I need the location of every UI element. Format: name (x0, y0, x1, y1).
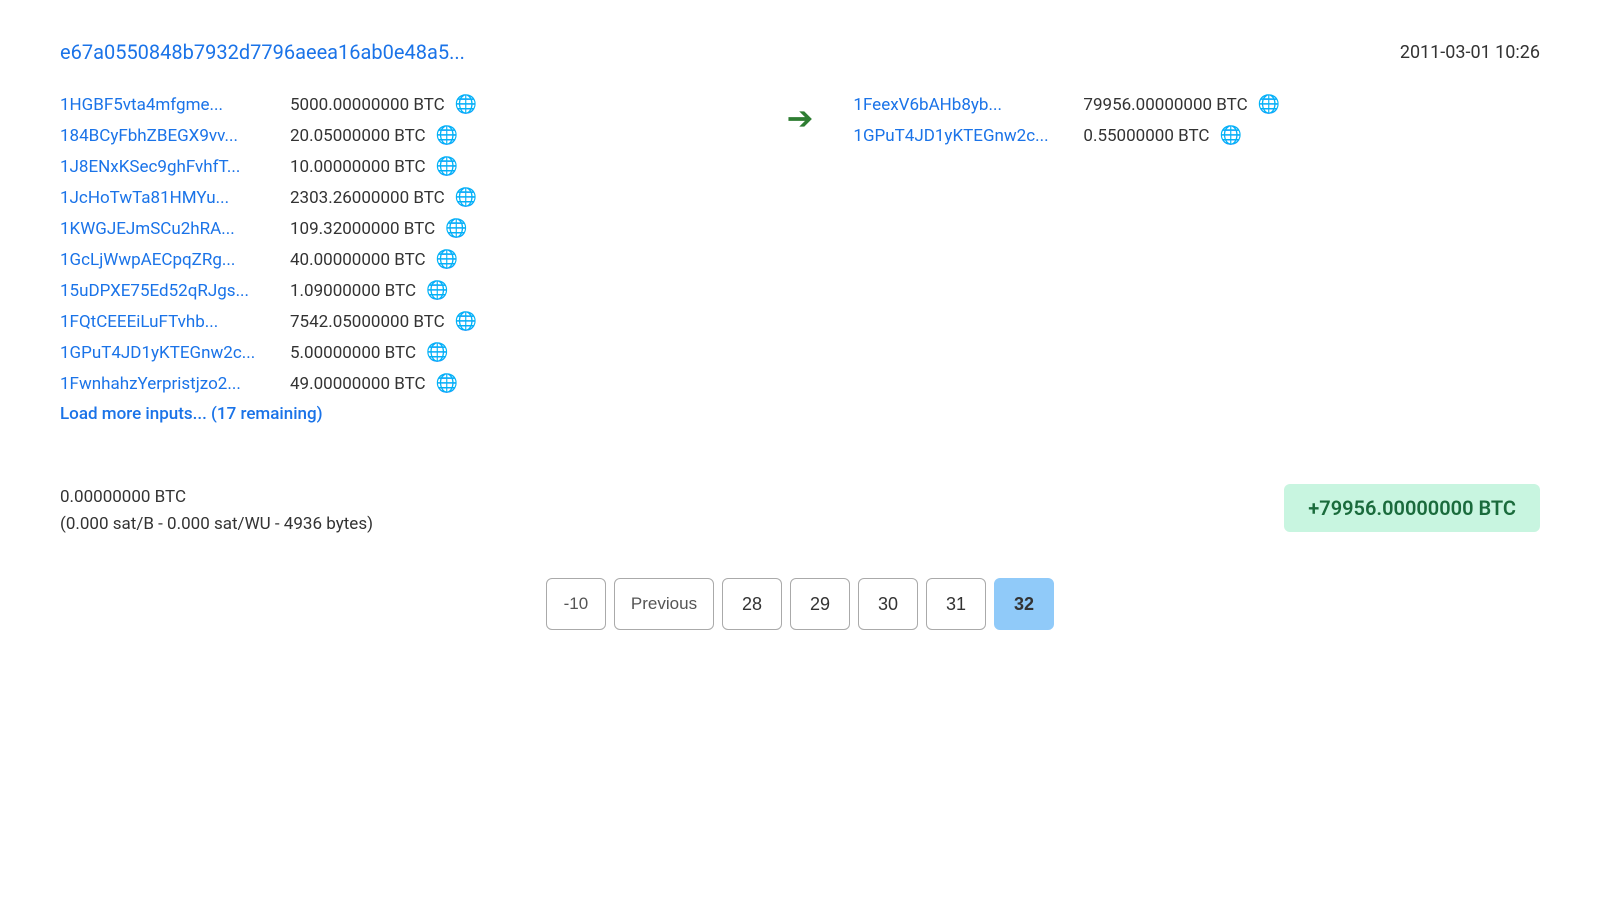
globe-icon: 🌐 (436, 249, 458, 270)
input-address[interactable]: 1FwnhahzYerpristjzo2... (60, 374, 280, 394)
output-amount: 0.55000000 BTC (1083, 126, 1209, 146)
globe-icon: 🌐 (1258, 94, 1280, 115)
output-address[interactable]: 1FeexV6bAHb8yb... (853, 95, 1073, 115)
outputs-section: 1FeexV6bAHb8yb... 79956.00000000 BTC 🌐 1… (853, 94, 1540, 156)
output-address[interactable]: 1GPuT4JD1yKTEGnw2c... (853, 126, 1073, 146)
inputs-section: 1HGBF5vta4mfgme... 5000.00000000 BTC 🌐 1… (60, 94, 747, 454)
input-row: 1J8ENxKSec9ghFvhfT... 10.00000000 BTC 🌐 (60, 156, 747, 177)
page-30-button[interactable]: 30 (858, 578, 918, 630)
globe-icon: 🌐 (426, 342, 448, 363)
globe-icon: 🌐 (426, 280, 448, 301)
input-row: 1GcLjWwpAECpqZRg... 40.00000000 BTC 🌐 (60, 249, 747, 270)
pagination: -10 Previous 28 29 30 31 32 (60, 578, 1540, 630)
output-amount: 79956.00000000 BTC (1083, 95, 1247, 115)
input-amount: 2303.26000000 BTC (290, 188, 445, 208)
globe-icon: 🌐 (1219, 125, 1241, 146)
globe-icon: 🌐 (436, 156, 458, 177)
input-amount: 40.00000000 BTC (290, 250, 426, 270)
input-address[interactable]: 1KWGJEJmSCu2hRA... (60, 219, 280, 239)
globe-icon: 🌐 (455, 94, 477, 115)
fee-line2: (0.000 sat/B - 0.000 sat/WU - 4936 bytes… (60, 511, 373, 538)
input-amount: 1.09000000 BTC (290, 281, 416, 301)
fee-info: 0.00000000 BTC (0.000 sat/B - 0.000 sat/… (60, 484, 373, 538)
input-row: 1FwnhahzYerpristjzo2... 49.00000000 BTC … (60, 373, 747, 394)
input-address[interactable]: 1GcLjWwpAECpqZRg... (60, 250, 280, 270)
input-address[interactable]: 1JcHoTwTa81HMYu... (60, 188, 280, 208)
input-amount: 7542.05000000 BTC (290, 312, 445, 332)
input-address[interactable]: 1FQtCEEEiLuFTvhb... (60, 312, 280, 332)
transaction-header: e67a0550848b7932d7796aeea16ab0e48a5... 2… (60, 40, 1540, 64)
input-row: 1GPuT4JD1yKTEGnw2c... 5.00000000 BTC 🌐 (60, 342, 747, 363)
globe-icon: 🌐 (436, 373, 458, 394)
output-row: 1GPuT4JD1yKTEGnw2c... 0.55000000 BTC 🌐 (853, 125, 1540, 146)
previous-button[interactable]: Previous (614, 578, 714, 630)
fee-line1: 0.00000000 BTC (60, 484, 373, 511)
input-amount: 109.32000000 BTC (290, 219, 435, 239)
input-address[interactable]: 184BCyFbhZBEGX9vv... (60, 126, 280, 146)
input-row: 1FQtCEEEiLuFTvhb... 7542.05000000 BTC 🌐 (60, 311, 747, 332)
page-28-button[interactable]: 28 (722, 578, 782, 630)
input-address[interactable]: 15uDPXE75Ed52qRJgs... (60, 281, 280, 301)
page-29-button[interactable]: 29 (790, 578, 850, 630)
input-row: 1JcHoTwTa81HMYu... 2303.26000000 BTC 🌐 (60, 187, 747, 208)
globe-icon: 🌐 (436, 125, 458, 146)
arrow-right-icon: ➔ (787, 102, 814, 134)
globe-icon: 🌐 (455, 187, 477, 208)
page-31-button[interactable]: 31 (926, 578, 986, 630)
input-address[interactable]: 1J8ENxKSec9ghFvhfT... (60, 157, 280, 177)
arrow-section: ➔ (787, 94, 814, 134)
input-row: 1KWGJEJmSCu2hRA... 109.32000000 BTC 🌐 (60, 218, 747, 239)
fee-section: 0.00000000 BTC (0.000 sat/B - 0.000 sat/… (60, 484, 1540, 538)
total-badge: +79956.00000000 BTC (1284, 484, 1540, 532)
input-address[interactable]: 1GPuT4JD1yKTEGnw2c... (60, 343, 280, 363)
input-row: 15uDPXE75Ed52qRJgs... 1.09000000 BTC 🌐 (60, 280, 747, 301)
transaction-hash[interactable]: e67a0550848b7932d7796aeea16ab0e48a5... (60, 40, 465, 64)
globe-icon: 🌐 (455, 311, 477, 332)
input-row: 1HGBF5vta4mfgme... 5000.00000000 BTC 🌐 (60, 94, 747, 115)
transaction-body: 1HGBF5vta4mfgme... 5000.00000000 BTC 🌐 1… (60, 94, 1540, 454)
input-row: 184BCyFbhZBEGX9vv... 20.05000000 BTC 🌐 (60, 125, 747, 146)
input-address[interactable]: 1HGBF5vta4mfgme... (60, 95, 280, 115)
input-amount: 5000.00000000 BTC (290, 95, 445, 115)
load-more-inputs[interactable]: Load more inputs... (17 remaining) (60, 404, 747, 424)
minus10-button[interactable]: -10 (546, 578, 606, 630)
page-32-button[interactable]: 32 (994, 578, 1054, 630)
input-amount: 10.00000000 BTC (290, 157, 426, 177)
input-amount: 49.00000000 BTC (290, 374, 426, 394)
transaction-date: 2011-03-01 10:26 (1400, 42, 1540, 63)
input-amount: 5.00000000 BTC (290, 343, 416, 363)
globe-icon: 🌐 (445, 218, 467, 239)
input-amount: 20.05000000 BTC (290, 126, 426, 146)
output-row: 1FeexV6bAHb8yb... 79956.00000000 BTC 🌐 (853, 94, 1540, 115)
